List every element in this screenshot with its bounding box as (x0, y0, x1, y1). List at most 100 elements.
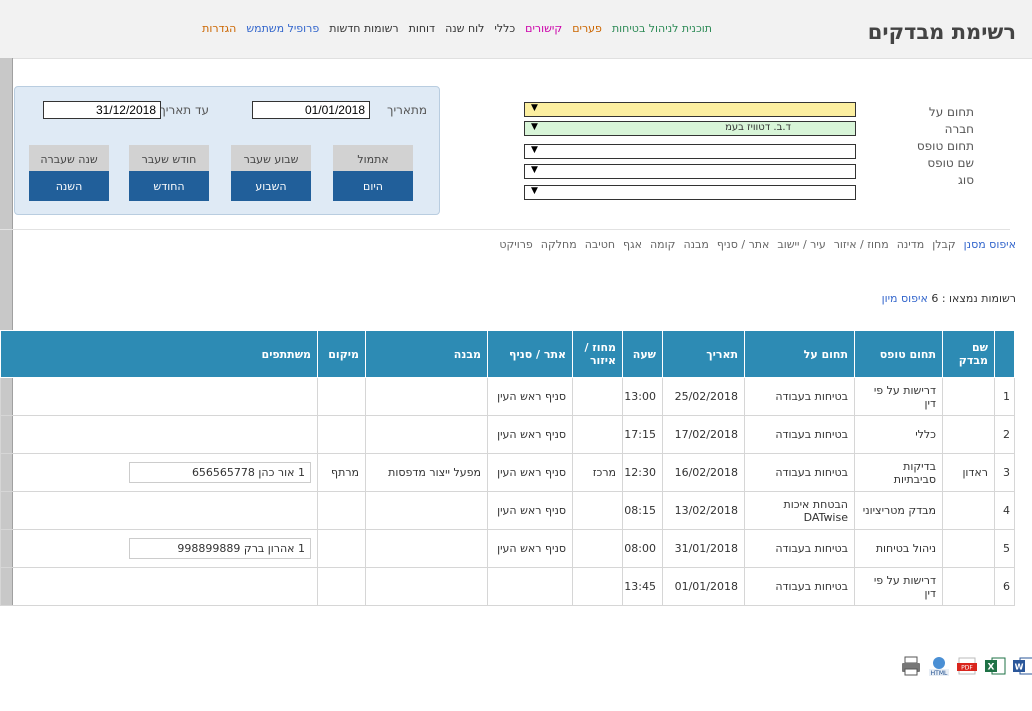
this-year-button[interactable]: השנה (29, 171, 109, 201)
this-month-button[interactable]: החודש (129, 171, 209, 201)
table-row[interactable]: 1 דרישות על פי דין בטיחות בעבודה 25/02/2… (0, 377, 1015, 416)
table-row[interactable]: 4 מבדק מטריציוני הבטחת איכות DATwise 13/… (0, 491, 1015, 530)
table-row[interactable]: 6 דרישות על פי דין בטיחות בעבודה 01/01/2… (0, 567, 1015, 606)
groupby-project[interactable]: פרויקט (499, 238, 532, 251)
yesterday-button[interactable]: אתמול (333, 145, 413, 173)
cell-auditor (942, 567, 995, 606)
super-domain-select[interactable]: ▼ (524, 102, 856, 117)
pdf-label: PDF (961, 665, 973, 672)
nav-gaps[interactable]: פערים (572, 22, 602, 35)
cell-form-domain: בדיקות סביבתיות (854, 453, 943, 492)
groupby-wing[interactable]: אגף (623, 238, 642, 251)
form-domain-select[interactable]: ▼ (524, 144, 856, 159)
cell-form-domain: דרישות על פי דין (854, 567, 943, 606)
nav-links[interactable]: קישורים (525, 22, 562, 35)
participant-entry[interactable]: 1 אהרון ברק 998899889 (129, 538, 311, 559)
dropdown-arrow-icon: ▼ (531, 145, 538, 155)
cell-location (317, 529, 366, 568)
cell-participants (0, 491, 318, 530)
col-time[interactable]: שעה (622, 330, 663, 378)
groupby-department[interactable]: מחלקה (541, 238, 577, 251)
col-district[interactable]: מחוז / איזור (572, 330, 623, 378)
last-month-button[interactable]: חודש שעבר (129, 145, 209, 173)
col-super-domain[interactable]: תחום על (744, 330, 855, 378)
to-date-label: עד תאריך (159, 103, 209, 117)
cell-time: 13:00 (622, 377, 663, 416)
nav-new-records[interactable]: רשומות חדשות (329, 22, 398, 35)
cell-super-domain: בטיחות בעבודה (744, 377, 855, 416)
cell-date: 13/02/2018 (662, 491, 745, 530)
top-nav: תוכנית לניהול בטיחות פערים קישורים כללי … (202, 22, 712, 35)
to-date-input[interactable] (43, 101, 161, 119)
cell-auditor (942, 415, 995, 454)
word-export-icon[interactable]: W (1012, 655, 1032, 677)
form-name-select[interactable]: ▼ (524, 164, 856, 179)
groupby-district[interactable]: מחוז / איזור (834, 238, 889, 251)
col-building[interactable]: מבנה (365, 330, 488, 378)
reset-filter-link[interactable]: איפוס מסנן (964, 238, 1016, 251)
last-year-button[interactable]: שנה שעברה (29, 145, 109, 173)
cell-form-domain: דרישות על פי דין (854, 377, 943, 416)
cell-building (365, 377, 488, 416)
cell-location (317, 415, 366, 454)
cell-auditor (942, 529, 995, 568)
col-form-domain[interactable]: תחום טופס (854, 330, 943, 378)
nav-general[interactable]: כללי (494, 22, 515, 35)
table-row[interactable]: 5 ניהול בטיחות בטיחות בעבודה 31/01/2018 … (0, 529, 1015, 568)
col-location[interactable]: מיקום (317, 330, 366, 378)
cell-super-domain: בטיחות בעבודה (744, 529, 855, 568)
cell-index: 1 (994, 377, 1015, 416)
col-auditor[interactable]: שם מבדק (942, 330, 995, 378)
cell-super-domain: בטיחות בעבודה (744, 567, 855, 606)
participant-entry[interactable]: 1 אור כהן 656565778 (129, 462, 311, 483)
col-site[interactable]: אתר / סניף (487, 330, 573, 378)
from-date-input[interactable] (252, 101, 370, 119)
audits-table: שם מבדק תחום טופס תחום על תאריך שעה מחוז… (0, 330, 1015, 606)
nav-safety-plan[interactable]: תוכנית לניהול בטיחות (612, 22, 712, 35)
groupby-division[interactable]: חטיבה (585, 238, 615, 251)
cell-participants (0, 377, 318, 416)
cell-index: 6 (994, 567, 1015, 606)
cell-district (572, 491, 623, 530)
groupby-building[interactable]: מבנה (683, 238, 708, 251)
cell-location (317, 491, 366, 530)
last-week-button[interactable]: שבוע שעבר (231, 145, 311, 173)
nav-calendar[interactable]: לוח שנה (445, 22, 484, 35)
col-participants[interactable]: משתתפים (0, 330, 318, 378)
groupby-country[interactable]: מדינה (897, 238, 925, 251)
col-date[interactable]: תאריך (662, 330, 745, 378)
nav-settings[interactable]: הגדרות (202, 22, 236, 35)
groupby-site[interactable]: אתר / סניף (717, 238, 770, 251)
nav-user-profile[interactable]: פרופיל משתמש (246, 22, 319, 35)
today-button[interactable]: היום (333, 171, 413, 201)
this-week-button[interactable]: השבוע (231, 171, 311, 201)
company-select[interactable]: ▼ ד.ב. דטוויז בעמ (524, 121, 856, 136)
excel-export-icon[interactable]: X (984, 655, 1006, 677)
cell-participants (0, 567, 318, 606)
groupby-city[interactable]: עיר / יישוב (777, 238, 825, 251)
cell-site: סניף ראש העין (487, 415, 573, 454)
print-icon[interactable] (900, 655, 922, 677)
col-index (994, 330, 1015, 378)
cell-date: 16/02/2018 (662, 453, 745, 492)
groupby-contractor[interactable]: קבלן (932, 238, 955, 251)
html-export-icon[interactable]: HTML (928, 655, 950, 677)
pdf-export-icon[interactable]: PDF (956, 655, 978, 677)
cell-building (365, 415, 488, 454)
dropdown-arrow-icon: ▼ (531, 103, 538, 113)
table-header: שם מבדק תחום טופס תחום על תאריך שעה מחוז… (0, 330, 1015, 378)
table-row[interactable]: 3 ראדון בדיקות סביבתיות בטיחות בעבודה 16… (0, 453, 1015, 492)
table-row[interactable]: 2 כללי בטיחות בעבודה 17/02/2018 17:15 סנ… (0, 415, 1015, 454)
nav-reports[interactable]: דוחות (409, 22, 435, 35)
reset-sort-link[interactable]: איפוס מיון (882, 292, 928, 305)
excel-label: X (988, 663, 995, 673)
type-select[interactable]: ▼ (524, 185, 856, 200)
label-super-domain: תחום על (928, 105, 974, 119)
cell-time: 12:30 (622, 453, 663, 492)
groupby-floor[interactable]: קומה (650, 238, 675, 251)
cell-building (365, 529, 488, 568)
cell-time: 08:15 (622, 491, 663, 530)
cell-participants (0, 415, 318, 454)
cell-district (572, 415, 623, 454)
dropdown-arrow-icon: ▼ (531, 122, 538, 132)
